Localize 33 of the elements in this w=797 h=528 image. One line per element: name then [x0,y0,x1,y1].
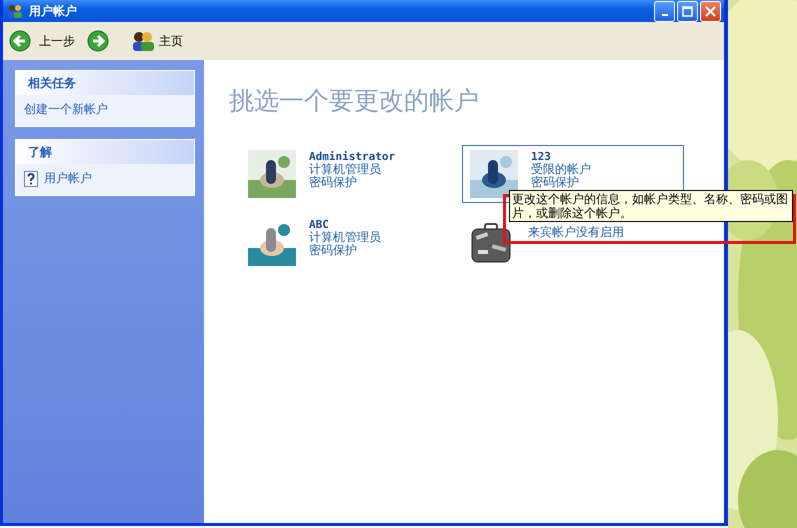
account-tile[interactable]: 来宾帐户没有启用 [462,221,684,273]
back-button[interactable]: 上一步 [9,30,75,52]
forward-button[interactable] [87,30,109,52]
users-icon [7,4,23,18]
account-type: 受限的帐户 [531,163,591,176]
help-icon [24,170,38,186]
password-status: 密码保护 [531,176,580,189]
tooltip: 更改这个帐户的信息，如帐户类型、名称、密码或图片，或删除这个帐户。 [509,190,793,222]
users-icon [131,31,155,51]
sidebar-link[interactable]: 创建一个新帐户 [24,101,186,118]
window-title: 用户帐户 [29,2,78,20]
account-tile[interactable]: ABC 计算机管理员 密码保护 [240,213,462,271]
account-status: 来宾帐户没有启用 [528,226,624,239]
maximize-icon [682,6,693,16]
account-type: 计算机管理员 [309,163,382,176]
close-button[interactable] [700,0,721,22]
minimize-button[interactable] [654,0,675,22]
sidebar-link[interactable]: 用户帐户 [24,170,186,187]
panel-header: 相关任务 [16,71,194,95]
home-button[interactable]: 主页 [131,31,183,51]
close-icon [705,6,716,16]
account-name: 123 [531,150,552,163]
account-tile[interactable]: Administrator 计算机管理员 密码保护 [240,145,462,203]
suitcase-icon [470,222,512,264]
account-name: Administrator [309,150,396,163]
password-status: 密码保护 [309,176,358,189]
password-status: 密码保护 [309,244,358,257]
panel-header: 了解 [16,140,194,164]
account-name: ABC [309,218,330,231]
minimize-icon [662,14,668,16]
maximize-button[interactable] [677,0,698,22]
account-type: 计算机管理员 [309,231,381,244]
page-heading: 挑选一个要更改的帐户 [229,85,480,117]
